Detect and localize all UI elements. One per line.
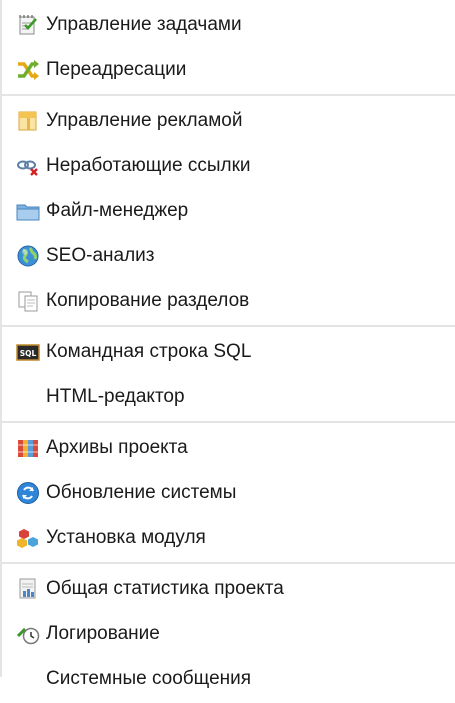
task-checklist-icon (16, 13, 40, 37)
menu-item-copy-sections[interactable]: Копирование разделов (2, 278, 455, 323)
logging-clock-icon (16, 622, 40, 646)
globe-icon (16, 244, 40, 268)
icon-placeholder (16, 667, 40, 691)
menu-item-label: SEO-анализ (46, 244, 155, 266)
menu-group-monitoring: Общая статистика проекта Логирование Сис… (2, 564, 455, 703)
sql-console-icon: SQL (16, 340, 40, 364)
menu-item-label: Управление задачами (46, 13, 242, 35)
menu-item-html-editor[interactable]: HTML-редактор (2, 374, 455, 419)
svg-text:SQL: SQL (20, 349, 37, 358)
menu-item-seo-analysis[interactable]: SEO-анализ (2, 233, 455, 278)
menu-item-project-statistics[interactable]: Общая статистика проекта (2, 566, 455, 611)
menu-item-redirects[interactable]: Переадресации (2, 47, 455, 92)
menu-item-label: Файл-менеджер (46, 199, 189, 221)
menu-group-tasks: Управление задачами Переадресации (2, 0, 455, 96)
admin-tools-menu: Управление задачами Переадресации Управл… (0, 0, 455, 689)
menu-item-advertising[interactable]: Управление рекламой (2, 98, 455, 143)
update-refresh-icon (16, 481, 40, 505)
banner-ad-icon (16, 109, 40, 133)
menu-item-label: Обновление системы (46, 481, 237, 503)
menu-item-label: Переадресации (46, 58, 187, 80)
menu-item-label: Установка модуля (46, 526, 206, 548)
archive-books-icon (16, 436, 40, 460)
menu-item-label: HTML-редактор (46, 385, 185, 407)
broken-link-icon (16, 154, 40, 178)
menu-item-label: Системные сообщения (46, 667, 252, 689)
menu-item-system-messages[interactable]: Системные сообщения (2, 656, 455, 701)
menu-item-sql-console[interactable]: SQL Командная строка SQL (2, 329, 455, 374)
menu-item-task-management[interactable]: Управление задачами (2, 2, 455, 47)
menu-item-label: Копирование разделов (46, 289, 250, 311)
redirect-arrows-icon (16, 58, 40, 82)
menu-group-site: Управление рекламой Неработающие ссылки … (2, 96, 455, 327)
menu-item-system-update[interactable]: Обновление системы (2, 470, 455, 515)
menu-item-file-manager[interactable]: Файл-менеджер (2, 188, 455, 233)
menu-item-label: Командная строка SQL (46, 340, 252, 362)
menu-item-install-module[interactable]: Установка модуля (2, 515, 455, 560)
menu-item-broken-links[interactable]: Неработающие ссылки (2, 143, 455, 188)
menu-item-label: Общая статистика проекта (46, 577, 284, 599)
folder-icon (16, 199, 40, 223)
menu-item-label: Неработающие ссылки (46, 154, 251, 176)
menu-group-dev-tools: SQL Командная строка SQL HTML-редактор (2, 327, 455, 423)
icon-placeholder (16, 385, 40, 409)
copy-documents-icon (16, 289, 40, 313)
menu-item-label: Логирование (46, 622, 160, 644)
menu-item-label: Управление рекламой (46, 109, 243, 131)
menu-item-label: Архивы проекта (46, 436, 188, 458)
install-cubes-icon (16, 526, 40, 550)
menu-group-system: Архивы проекта Обновление системы Устано… (2, 423, 455, 564)
statistics-document-icon (16, 577, 40, 601)
menu-item-project-archives[interactable]: Архивы проекта (2, 425, 455, 470)
menu-item-logging[interactable]: Логирование (2, 611, 455, 656)
